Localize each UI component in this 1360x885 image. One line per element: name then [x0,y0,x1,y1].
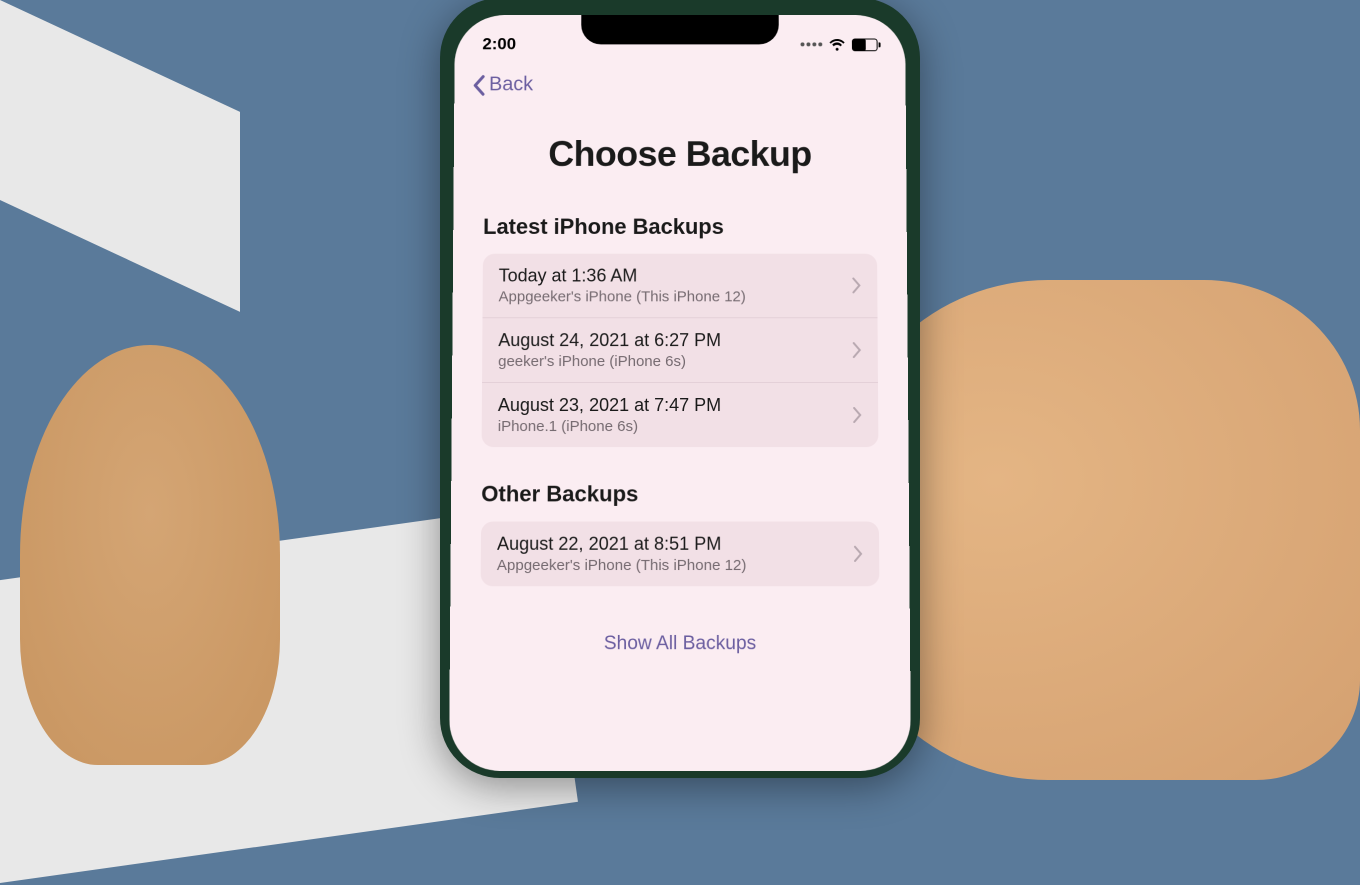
backup-item[interactable]: August 24, 2021 at 6:27 PM geeker's iPho… [482,317,878,382]
status-indicators [801,38,878,51]
backup-title: August 22, 2021 at 8:51 PM [497,533,854,554]
chevron-right-icon [854,545,863,561]
chevron-right-icon [853,407,862,423]
backup-item[interactable]: August 22, 2021 at 8:51 PM Appgeeker's i… [481,521,880,586]
notch [581,15,779,44]
nav-bar: Back [454,60,906,110]
wifi-icon [828,38,846,51]
other-backups-list: August 22, 2021 at 8:51 PM Appgeeker's i… [481,521,880,586]
section-header-latest: Latest iPhone Backups [483,214,877,240]
hand-holding [20,345,280,765]
background-surface [0,0,240,312]
backup-subtitle: Appgeeker's iPhone (This iPhone 12) [497,556,854,573]
battery-icon [852,38,878,51]
backup-subtitle: iPhone.1 (iPhone 6s) [498,418,854,435]
screen: 2:00 Back Choose Bac [449,15,911,771]
page-title: Choose Backup [483,133,876,174]
backup-title: August 23, 2021 at 7:47 PM [498,394,853,415]
back-button[interactable]: Back [472,73,533,96]
backup-subtitle: Appgeeker's iPhone (This iPhone 12) [499,288,853,305]
chevron-left-icon [472,74,485,96]
backup-item[interactable]: August 23, 2021 at 7:47 PM iPhone.1 (iPh… [482,382,879,447]
backup-title: Today at 1:36 AM [499,265,853,286]
latest-backups-list: Today at 1:36 AM Appgeeker's iPhone (Thi… [482,253,879,446]
backup-subtitle: geeker's iPhone (iPhone 6s) [498,353,853,370]
cellular-icon [801,42,823,46]
status-time: 2:00 [482,34,516,54]
show-all-backups-button[interactable]: Show All Backups [480,620,880,667]
backup-title: August 24, 2021 at 6:27 PM [498,330,853,351]
chevron-right-icon [853,342,862,358]
back-label: Back [489,73,533,96]
backup-item[interactable]: Today at 1:36 AM Appgeeker's iPhone (Thi… [482,253,877,317]
chevron-right-icon [852,277,861,293]
content-area: Choose Backup Latest iPhone Backups Toda… [450,133,910,667]
section-header-other: Other Backups [481,481,879,507]
phone-device: 2:00 Back Choose Bac [440,0,920,778]
